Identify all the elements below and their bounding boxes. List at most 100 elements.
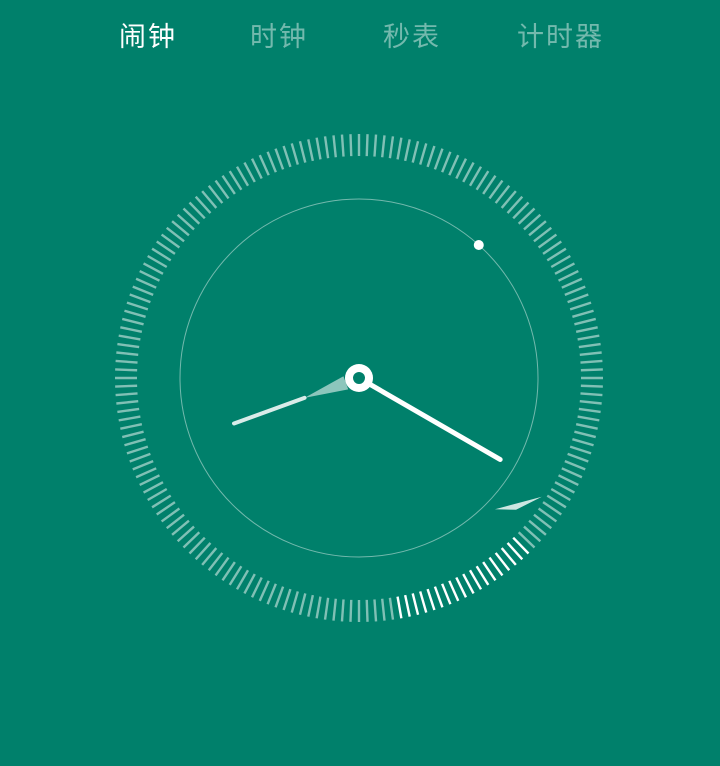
clock-tick bbox=[403, 594, 411, 617]
clock-tick bbox=[580, 392, 603, 397]
clock-tick bbox=[147, 254, 168, 269]
analog-clock[interactable] bbox=[0, 0, 720, 766]
clock-tick bbox=[373, 599, 378, 622]
clock-tick bbox=[577, 334, 600, 341]
clock-tick bbox=[564, 285, 586, 296]
alarm-marker-triangle-icon[interactable] bbox=[494, 496, 542, 510]
clock-tick bbox=[580, 384, 603, 388]
clock-tick bbox=[274, 586, 285, 608]
clock-tick bbox=[426, 588, 436, 611]
minute-hand bbox=[356, 375, 503, 462]
clock-tick bbox=[274, 148, 285, 170]
clock-tick bbox=[411, 593, 420, 616]
clock-tick bbox=[117, 407, 140, 414]
hour-hand bbox=[304, 376, 349, 398]
clock-tick bbox=[441, 583, 452, 605]
clock-tick bbox=[135, 467, 157, 479]
clock-tick bbox=[340, 599, 345, 622]
clock-tick bbox=[579, 400, 602, 405]
clock-tick bbox=[282, 588, 292, 611]
clock-tick bbox=[580, 359, 603, 364]
clock-tick bbox=[558, 474, 579, 487]
clock-tick bbox=[332, 598, 337, 621]
clock-tick bbox=[118, 334, 141, 341]
clock-tick bbox=[129, 293, 151, 304]
clock-tick bbox=[118, 415, 141, 422]
clock-tick bbox=[282, 145, 292, 168]
clock-tick bbox=[426, 145, 436, 168]
clock-tick bbox=[115, 368, 138, 372]
clock-tick bbox=[403, 139, 411, 162]
clock-tick bbox=[298, 140, 307, 163]
clock-tick bbox=[323, 597, 330, 620]
clock-tick bbox=[243, 161, 256, 183]
clock-tick bbox=[561, 277, 583, 289]
alarm-clock-screen: 闹钟 时钟 秒表 计时器 bbox=[0, 0, 720, 766]
clock-tick bbox=[124, 438, 146, 447]
clock-tick bbox=[315, 596, 322, 619]
clock-tick bbox=[462, 161, 475, 183]
clock-tick bbox=[139, 269, 160, 282]
clock-tick bbox=[419, 143, 428, 165]
clock-tick bbox=[567, 293, 589, 304]
clock-tick bbox=[574, 430, 597, 439]
clock-tick bbox=[258, 154, 270, 176]
clock-tick bbox=[115, 392, 138, 397]
clock-tick bbox=[142, 262, 164, 275]
clock-tick bbox=[572, 438, 594, 447]
clock-tick bbox=[120, 422, 143, 430]
clock-tick bbox=[455, 158, 468, 179]
clock-tick bbox=[117, 342, 140, 349]
clock-tick bbox=[578, 342, 601, 349]
clock-tick bbox=[290, 591, 299, 613]
clock-tick bbox=[381, 135, 386, 158]
clock-tick bbox=[235, 569, 250, 590]
clock-tick bbox=[340, 134, 345, 157]
hour-hand-tip bbox=[232, 395, 307, 426]
clock-tick bbox=[307, 594, 315, 617]
clock-tick bbox=[120, 326, 143, 334]
clock-tick bbox=[315, 137, 322, 160]
clock-tick bbox=[448, 154, 460, 176]
clock-tick bbox=[441, 151, 452, 173]
clock-tick bbox=[142, 481, 164, 494]
clock-tick bbox=[323, 136, 330, 159]
clock-tick bbox=[554, 481, 576, 494]
clock-tick bbox=[332, 135, 337, 158]
clock-tick bbox=[298, 593, 307, 616]
clock-tick bbox=[135, 277, 157, 289]
clock-tick bbox=[349, 134, 353, 157]
clock-tick bbox=[258, 580, 270, 602]
clock-tick bbox=[116, 351, 139, 356]
clock-tick bbox=[564, 460, 586, 471]
clock-tick bbox=[419, 591, 428, 613]
clock-tick bbox=[116, 400, 139, 405]
clock-tick bbox=[462, 573, 475, 595]
clock-tick bbox=[558, 269, 579, 282]
clock-tick bbox=[349, 599, 353, 622]
clock-tick bbox=[578, 407, 601, 414]
clock-tick bbox=[580, 368, 603, 372]
clock-tick bbox=[572, 309, 594, 318]
clock-tick bbox=[561, 467, 583, 479]
clock-tick bbox=[121, 317, 144, 326]
clock-tick bbox=[550, 254, 571, 269]
clock-tick bbox=[396, 596, 403, 619]
clock-tick bbox=[373, 134, 378, 157]
clock-tick bbox=[126, 301, 149, 311]
clock-tick bbox=[448, 580, 460, 602]
clock-tick bbox=[574, 317, 597, 326]
clock-tick bbox=[243, 573, 256, 595]
clock-tick bbox=[455, 577, 468, 598]
clock-tick bbox=[124, 309, 146, 318]
clock-tick bbox=[569, 301, 592, 311]
clock-tick bbox=[579, 351, 602, 356]
clock-tick bbox=[567, 452, 589, 463]
clock-tick bbox=[365, 599, 369, 622]
clock-tick bbox=[139, 474, 160, 487]
clock-tick bbox=[575, 422, 598, 430]
center-pivot-hole bbox=[353, 372, 365, 384]
clock-tick bbox=[250, 158, 263, 179]
clock-tick bbox=[126, 445, 149, 455]
clock-tick bbox=[468, 569, 483, 590]
